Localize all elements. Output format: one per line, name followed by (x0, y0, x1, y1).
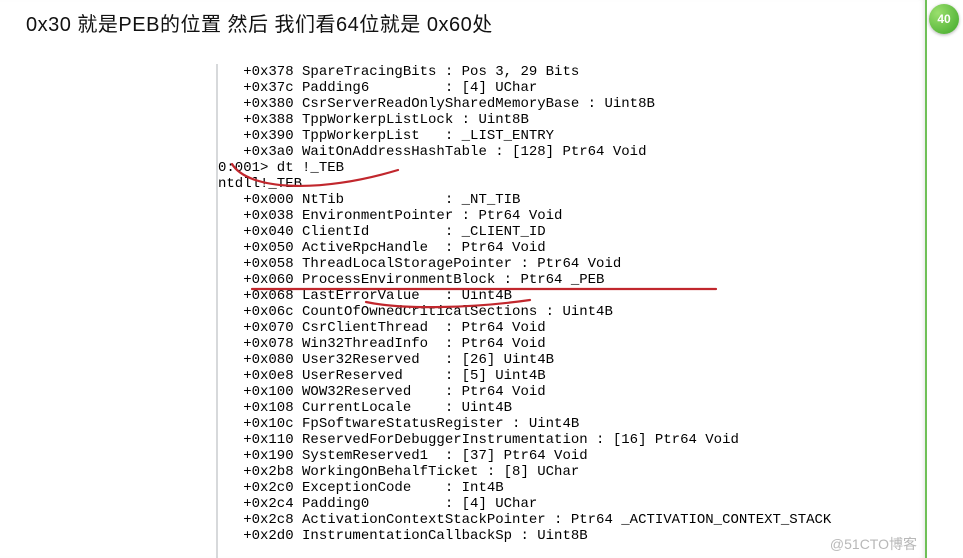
progress-badge[interactable]: 40 (929, 4, 959, 34)
debugger-console[interactable]: +0x378 SpareTracingBits : Pos 3, 29 Bits… (218, 64, 921, 558)
caption-text: 0x30 就是PEB的位置 然后 我们看64位就是 0x60处 (26, 8, 493, 37)
console-output: +0x378 SpareTracingBits : Pos 3, 29 Bits… (218, 64, 921, 544)
watermark-text: @51CTO博客 (830, 534, 917, 554)
